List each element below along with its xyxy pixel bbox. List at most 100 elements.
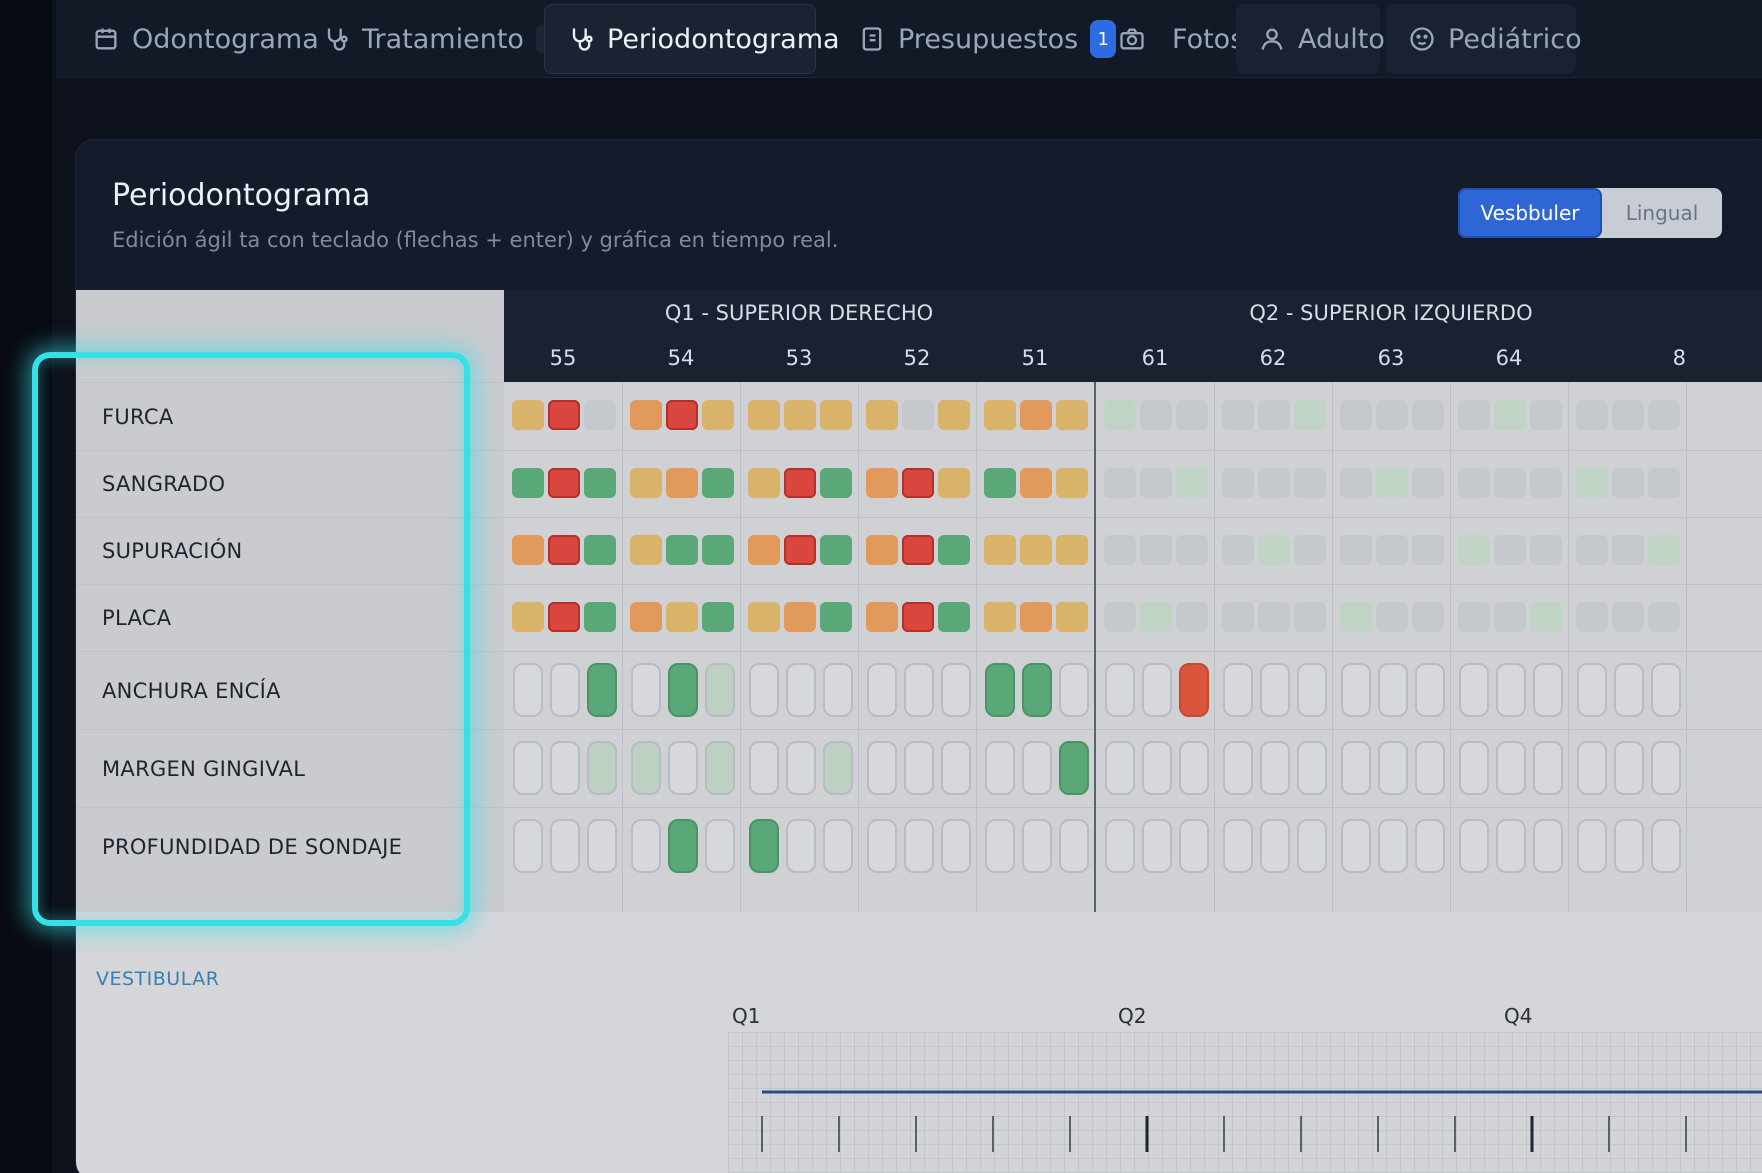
depth-input[interactable]: [705, 741, 735, 795]
measurement-cell[interactable]: [902, 400, 934, 430]
measurement-cell[interactable]: [1340, 535, 1372, 565]
measurement-cell[interactable]: [1458, 400, 1490, 430]
depth-input[interactable]: [1533, 741, 1563, 795]
measurement-cell[interactable]: [1530, 468, 1562, 498]
measurement-cell[interactable]: [1140, 602, 1172, 632]
measurement-cell[interactable]: [866, 400, 898, 430]
vestibular-toggle-button[interactable]: Vesbbuler: [1458, 188, 1602, 238]
measurement-cell[interactable]: [1376, 602, 1408, 632]
measurement-cell[interactable]: [1020, 400, 1052, 430]
depth-input[interactable]: [1651, 741, 1681, 795]
depth-input[interactable]: [1179, 741, 1209, 795]
measurement-cell[interactable]: [1140, 468, 1172, 498]
measurement-cell[interactable]: [1104, 602, 1136, 632]
depth-input[interactable]: [1142, 741, 1172, 795]
depth-input[interactable]: [1415, 819, 1445, 873]
depth-input[interactable]: [867, 819, 897, 873]
measurement-cell[interactable]: [1412, 602, 1444, 632]
measurement-cell[interactable]: [784, 400, 816, 430]
depth-input[interactable]: [867, 663, 897, 717]
depth-input[interactable]: [786, 741, 816, 795]
depth-input[interactable]: [1577, 663, 1607, 717]
depth-input[interactable]: [1059, 663, 1089, 717]
measurement-cell[interactable]: [1530, 535, 1562, 565]
measurement-cell[interactable]: [784, 535, 816, 565]
measurement-cell[interactable]: [630, 468, 662, 498]
measurement-cell[interactable]: [1612, 602, 1644, 632]
measurement-cell[interactable]: [1576, 400, 1608, 430]
measurement-cell[interactable]: [1494, 468, 1526, 498]
measurement-cell[interactable]: [784, 602, 816, 632]
depth-input[interactable]: [1614, 741, 1644, 795]
measurement-cell[interactable]: [1140, 400, 1172, 430]
depth-input[interactable]: [786, 663, 816, 717]
depth-input[interactable]: [1459, 663, 1489, 717]
measurement-cell[interactable]: [702, 468, 734, 498]
depth-input[interactable]: [1496, 663, 1526, 717]
measurement-cell[interactable]: [938, 535, 970, 565]
measurement-cell[interactable]: [938, 468, 970, 498]
measurement-cell[interactable]: [1056, 400, 1088, 430]
measurement-cell[interactable]: [1056, 468, 1088, 498]
depth-input[interactable]: [1179, 663, 1209, 717]
depth-input[interactable]: [513, 741, 543, 795]
depth-input[interactable]: [823, 819, 853, 873]
depth-input[interactable]: [1022, 663, 1052, 717]
depth-input[interactable]: [1651, 819, 1681, 873]
lingual-toggle-button[interactable]: Lingual: [1602, 188, 1722, 238]
depth-input[interactable]: [550, 741, 580, 795]
measurement-cell[interactable]: [1258, 468, 1290, 498]
measurement-cell[interactable]: [1412, 468, 1444, 498]
measurement-cell[interactable]: [1648, 535, 1680, 565]
measurement-cell[interactable]: [584, 535, 616, 565]
measurement-cell[interactable]: [1056, 535, 1088, 565]
measurement-cell[interactable]: [984, 535, 1016, 565]
measurement-cell[interactable]: [866, 468, 898, 498]
measurement-cell[interactable]: [1612, 468, 1644, 498]
depth-input[interactable]: [1614, 663, 1644, 717]
measurement-cell[interactable]: [1176, 400, 1208, 430]
depth-input[interactable]: [1179, 819, 1209, 873]
depth-input[interactable]: [1577, 741, 1607, 795]
measurement-cell[interactable]: [1340, 468, 1372, 498]
depth-input[interactable]: [823, 663, 853, 717]
depth-input[interactable]: [1341, 819, 1371, 873]
depth-input[interactable]: [985, 663, 1015, 717]
measurement-cell[interactable]: [866, 602, 898, 632]
depth-input[interactable]: [867, 741, 897, 795]
measurement-cell[interactable]: [1294, 468, 1326, 498]
depth-input[interactable]: [1577, 819, 1607, 873]
depth-input[interactable]: [786, 819, 816, 873]
measurement-cell[interactable]: [584, 468, 616, 498]
mode-adulto[interactable]: Adulto: [1236, 4, 1385, 74]
depth-input[interactable]: [1614, 819, 1644, 873]
measurement-cell[interactable]: [1258, 400, 1290, 430]
measurement-cell[interactable]: [1530, 602, 1562, 632]
measurement-cell[interactable]: [584, 400, 616, 430]
depth-input[interactable]: [668, 741, 698, 795]
measurement-cell[interactable]: [1458, 468, 1490, 498]
depth-input[interactable]: [823, 741, 853, 795]
depth-input[interactable]: [1105, 741, 1135, 795]
measurement-cell[interactable]: [1412, 535, 1444, 565]
tab-periodontograma[interactable]: Periodontograma: [544, 4, 840, 74]
depth-input[interactable]: [1459, 741, 1489, 795]
measurement-cell[interactable]: [820, 535, 852, 565]
depth-input[interactable]: [1260, 741, 1290, 795]
depth-input[interactable]: [705, 819, 735, 873]
measurement-cell[interactable]: [938, 400, 970, 430]
measurement-cell[interactable]: [820, 400, 852, 430]
measurement-cell[interactable]: [748, 468, 780, 498]
depth-input[interactable]: [631, 819, 661, 873]
measurement-cell[interactable]: [1020, 602, 1052, 632]
depth-input[interactable]: [749, 663, 779, 717]
measurement-cell[interactable]: [1176, 468, 1208, 498]
depth-input[interactable]: [668, 819, 698, 873]
measurement-cell[interactable]: [1104, 468, 1136, 498]
depth-input[interactable]: [1496, 819, 1526, 873]
measurement-cell[interactable]: [584, 602, 616, 632]
depth-input[interactable]: [668, 663, 698, 717]
measurement-cell[interactable]: [512, 602, 544, 632]
depth-input[interactable]: [631, 741, 661, 795]
measurement-cell[interactable]: [1340, 400, 1372, 430]
